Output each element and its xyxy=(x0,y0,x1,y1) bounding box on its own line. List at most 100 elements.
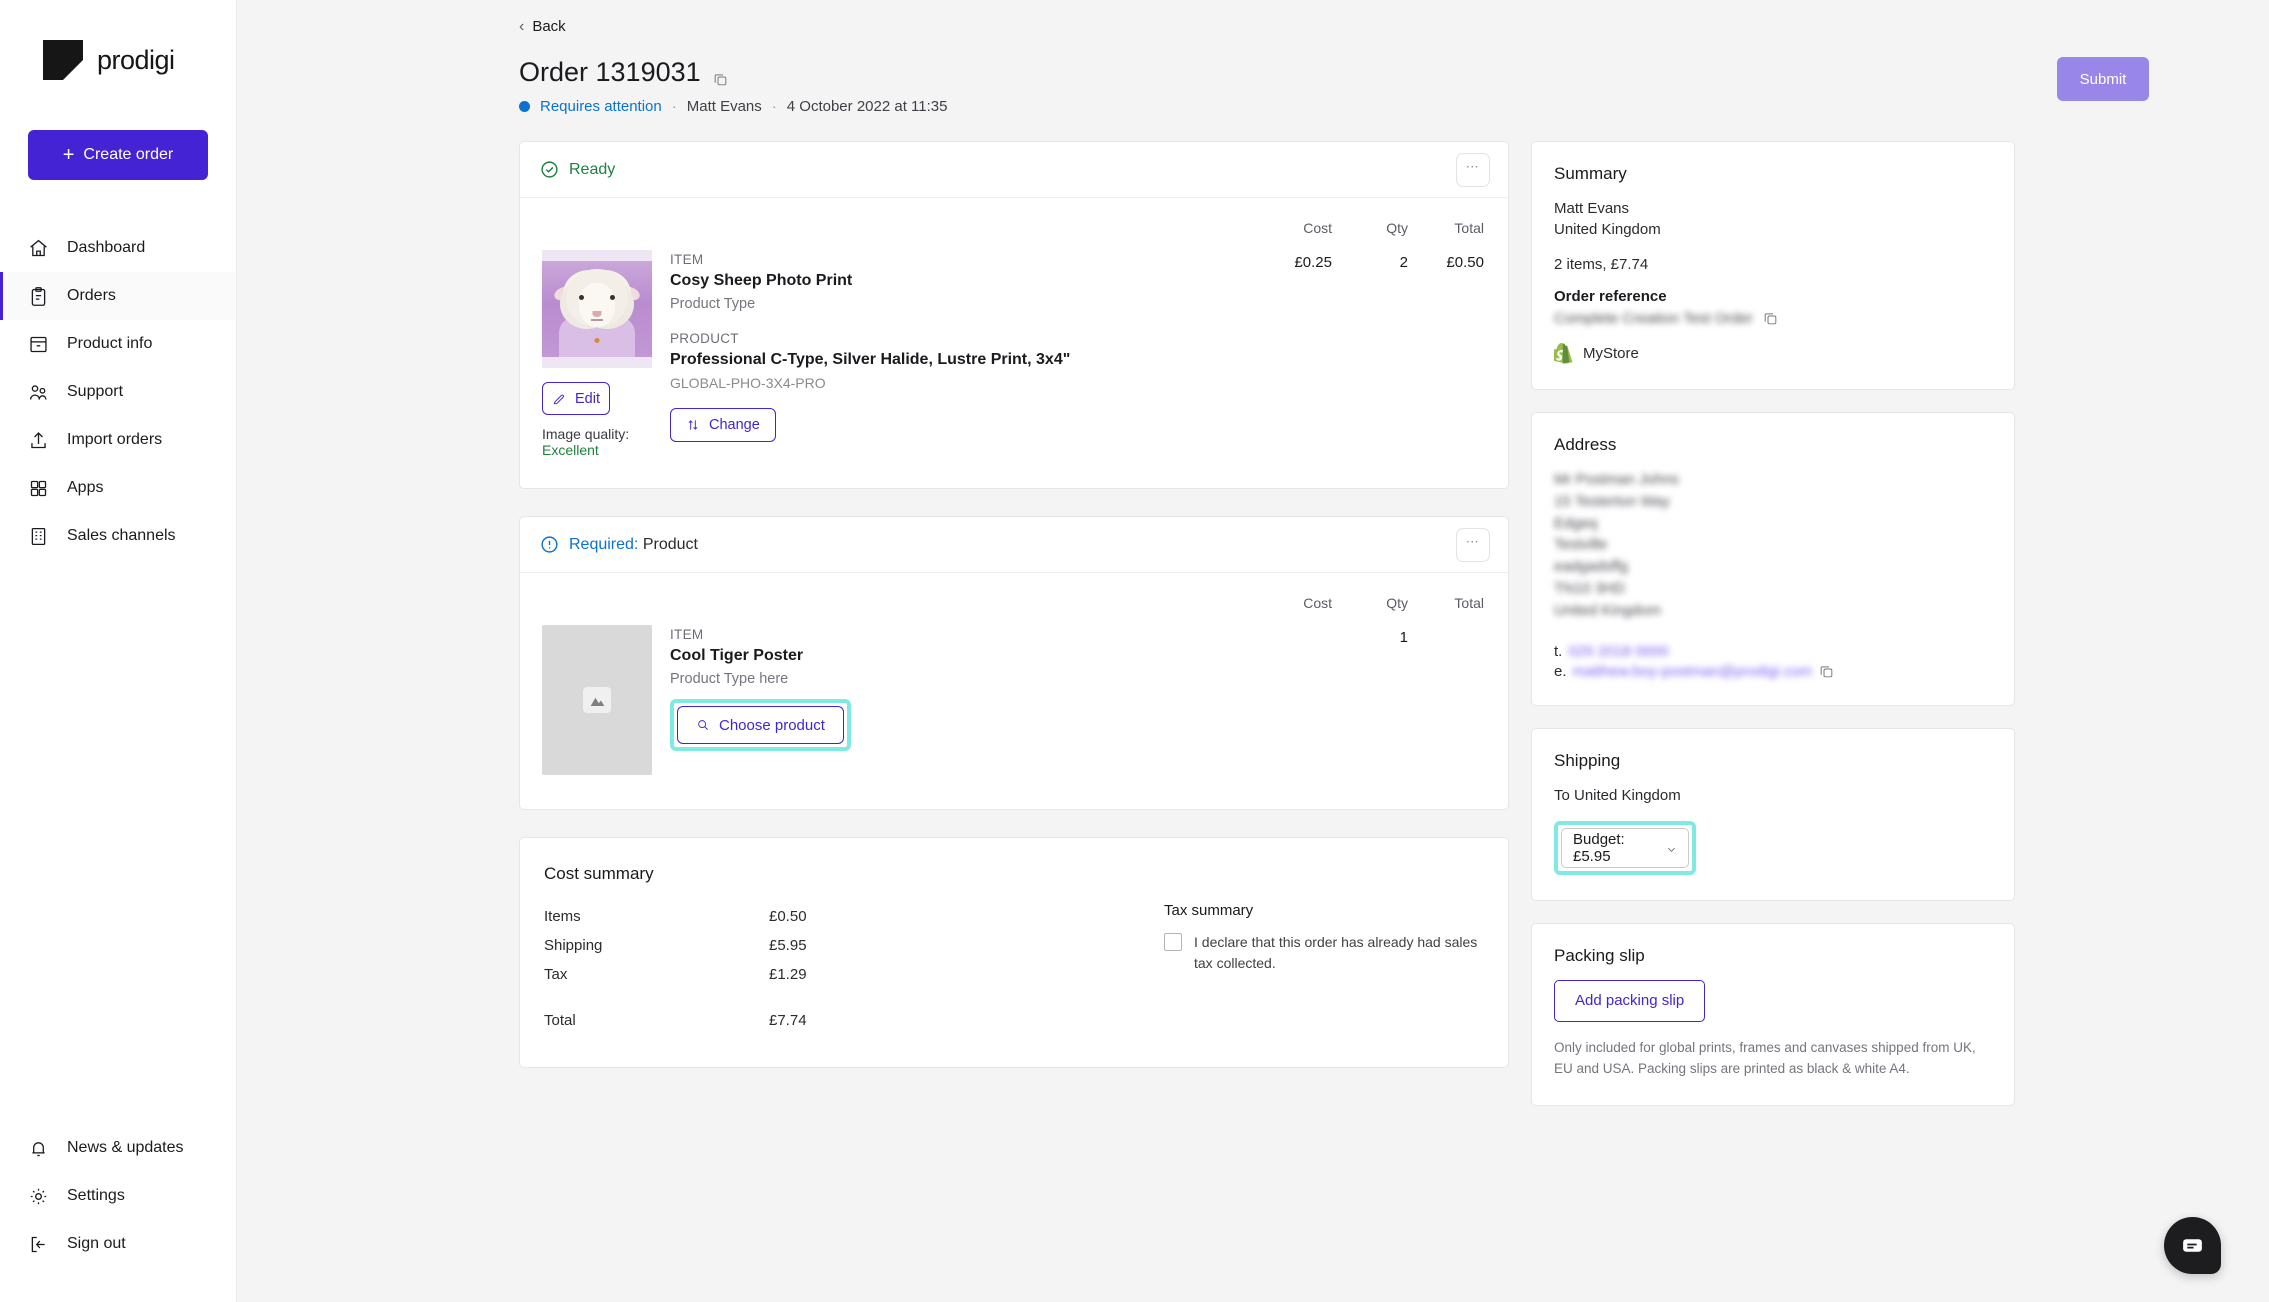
phone-prefix: t. xyxy=(1554,643,1563,661)
card-options-button[interactable]: ⋯ xyxy=(1456,152,1490,187)
users-icon xyxy=(27,381,49,403)
address-lines: Mr Postman Johns 15 Testerton Way Edgeq … xyxy=(1554,469,1990,621)
item-name: Cosy Sheep Photo Print xyxy=(670,272,853,289)
chevron-left-icon: ‹ xyxy=(519,17,525,35)
brand-logo[interactable]: prodigi xyxy=(0,0,236,80)
order-reference-label: Order reference xyxy=(1554,287,1667,305)
add-packing-slip-button[interactable]: Add packing slip xyxy=(1554,979,1706,1022)
store-name: MyStore xyxy=(1583,345,1639,363)
image-placeholder-icon xyxy=(583,687,611,713)
item-cost xyxy=(1256,629,1332,775)
item-cost: £0.25 xyxy=(1294,254,1332,271)
sidebar-item-sales-channels[interactable]: Sales channels xyxy=(0,512,236,560)
change-label: Change xyxy=(709,417,760,433)
email-value[interactable]: matthew.boy-postman@prodigi.com xyxy=(1573,663,1813,680)
summary-items-line: 2 items, £7.74 xyxy=(1554,255,1649,273)
summary-customer: Matt Evans xyxy=(1554,200,1630,217)
submit-button[interactable]: Submit xyxy=(2057,57,2149,101)
cost-lines: Items £0.50 Shipping £5.95 Tax £1.29 Tot… xyxy=(544,902,1164,1035)
column-header-qty: Qty xyxy=(1386,220,1408,236)
archive-icon xyxy=(27,333,49,355)
items-table-header: Cost Qty Total xyxy=(542,220,1484,236)
cost-row-label: Items xyxy=(544,908,581,925)
email-row: e. matthew.boy-postman@prodigi.com xyxy=(1554,663,1990,680)
edit-image-button[interactable]: Edit xyxy=(542,382,610,415)
change-product-button[interactable]: Change xyxy=(670,408,776,442)
address-line: United Kingdom xyxy=(1554,601,1661,619)
sidebar-label: Product info xyxy=(67,335,153,352)
item-thumbnail-column xyxy=(542,625,670,775)
content-columns: Ready ⋯ Cost Qty Total Edit Image qualit… xyxy=(507,141,2149,1106)
tax-declaration-checkbox[interactable] xyxy=(1164,933,1182,951)
item-thumbnail-placeholder[interactable] xyxy=(542,625,652,775)
prodigi-logo-icon xyxy=(43,40,83,80)
item-amounts: 1 xyxy=(1256,625,1484,775)
card-status: Required: Product xyxy=(540,535,698,554)
sidebar-item-product-info[interactable]: Product info xyxy=(0,320,236,368)
order-meta: Requires attention · Matt Evans · 4 Octo… xyxy=(519,98,947,115)
card-status-label: Ready xyxy=(569,160,616,178)
product-label: PRODUCT xyxy=(670,331,739,346)
back-link[interactable]: ‹ Back xyxy=(507,18,2149,35)
summary-title: Summary xyxy=(1554,164,1627,183)
sidebar-item-support[interactable]: Support xyxy=(0,368,236,416)
order-customer: Matt Evans xyxy=(686,98,762,115)
address-card: Address Mr Postman Johns 15 Testerton Wa… xyxy=(1531,412,2015,707)
chat-widget-button[interactable] xyxy=(2164,1217,2221,1274)
shopify-icon xyxy=(1553,343,1573,364)
item-info-column: ITEM Cosy Sheep Photo Print Product Type… xyxy=(670,250,1256,458)
email-prefix: e. xyxy=(1554,663,1567,681)
address-line: Mr Postman Johns xyxy=(1554,471,1680,489)
grid-icon xyxy=(27,477,49,499)
shipping-select-highlight: Budget: £5.95 xyxy=(1554,820,1696,875)
order-line-item: ITEM Cool Tiger Poster Product Type here… xyxy=(542,625,1484,775)
shipping-method-select[interactable]: Budget: £5.95 xyxy=(1561,827,1689,868)
sidebar-item-orders[interactable]: Orders xyxy=(0,272,236,320)
card-status: Ready xyxy=(540,160,615,179)
image-quality-value: Excellent xyxy=(542,442,599,458)
sidebar-item-apps[interactable]: Apps xyxy=(0,464,236,512)
sales-channel-row[interactable]: MyStore xyxy=(1553,343,1990,364)
item-thumbnail-sheep-photo[interactable] xyxy=(542,250,652,368)
chevron-down-icon xyxy=(1666,842,1677,853)
item-label: ITEM xyxy=(670,252,704,267)
building-icon xyxy=(27,525,49,547)
bell-icon xyxy=(27,1137,49,1159)
shipping-method-value: Budget: £5.95 xyxy=(1573,830,1625,865)
status-badge: Requires attention xyxy=(540,98,662,115)
create-order-label: Create order xyxy=(83,146,174,163)
gear-icon xyxy=(27,1185,49,1207)
primary-nav: Dashboard Orders Product info Support Im… xyxy=(0,224,236,560)
page-header: Order 1319031 Requires attention · Matt … xyxy=(507,57,2149,115)
sidebar-item-sign-out[interactable]: Sign out xyxy=(0,1220,236,1268)
cost-row-label: Shipping xyxy=(544,937,603,954)
sheep-illustration xyxy=(552,263,642,357)
column-header-qty: Qty xyxy=(1386,595,1408,611)
sidebar-label: Apps xyxy=(67,479,104,496)
tax-declaration-row: I declare that this order has already ha… xyxy=(1164,932,1478,974)
home-icon xyxy=(27,237,49,259)
copy-order-reference-icon[interactable] xyxy=(1762,310,1779,327)
sidebar-item-news-updates[interactable]: News & updates xyxy=(0,1124,236,1172)
copy-order-id-icon[interactable] xyxy=(712,64,729,86)
phone-value[interactable]: 029 2018 0000 xyxy=(1568,643,1668,660)
order-reference-value: Complete Creation Test Order xyxy=(1554,309,1753,327)
sign-out-icon xyxy=(27,1233,49,1255)
sidebar-item-settings[interactable]: Settings xyxy=(0,1172,236,1220)
sidebar-item-dashboard[interactable]: Dashboard xyxy=(0,224,236,272)
product-sku: GLOBAL-PHO-3X4-PRO xyxy=(670,375,826,391)
cost-row-value: £5.95 xyxy=(769,937,807,954)
column-header-total: Total xyxy=(1454,220,1484,236)
swap-arrows-icon xyxy=(688,420,698,430)
card-options-button[interactable]: ⋯ xyxy=(1456,527,1490,562)
summary-country: United Kingdom xyxy=(1554,221,1661,239)
choose-product-button[interactable]: Choose product xyxy=(677,706,844,744)
item-amounts: £0.25 2 £0.50 xyxy=(1256,250,1484,458)
create-order-button[interactable]: + Create order xyxy=(28,130,208,180)
sidebar-item-import-orders[interactable]: Import orders xyxy=(0,416,236,464)
copy-email-icon[interactable] xyxy=(1818,663,1835,680)
order-item-card-ready: Ready ⋯ Cost Qty Total Edit Image qualit… xyxy=(519,141,1509,489)
phone-row: t. 029 2018 0000 xyxy=(1554,643,1990,660)
shipping-title: Shipping xyxy=(1554,751,1621,771)
tax-summary-title: Tax summary xyxy=(1164,902,1254,919)
